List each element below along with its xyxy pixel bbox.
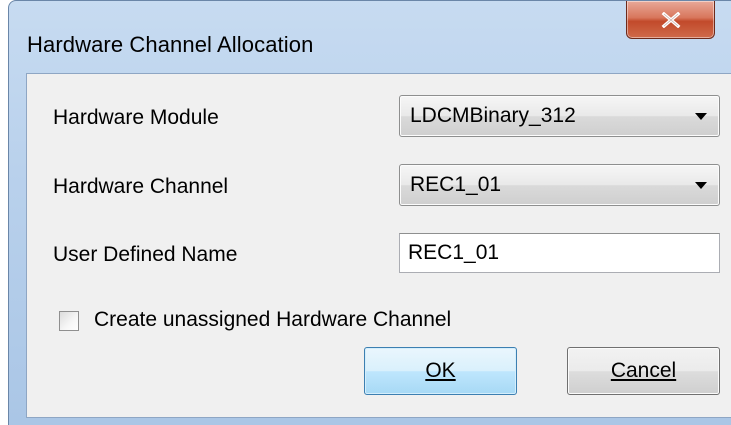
user-defined-name-field[interactable] bbox=[399, 233, 720, 273]
hardware-module-dropdown[interactable]: LDCMBinary_312 bbox=[399, 95, 720, 137]
user-defined-name-input[interactable] bbox=[400, 234, 719, 272]
ok-button[interactable]: OK bbox=[364, 347, 517, 395]
dialog-client-area: Hardware Module LDCMBinary_312 Hardware … bbox=[26, 73, 731, 418]
hardware-module-value: LDCMBinary_312 bbox=[410, 104, 576, 127]
hardware-channel-dropdown[interactable]: REC1_01 bbox=[399, 164, 720, 206]
chevron-down-icon bbox=[695, 113, 707, 120]
close-button[interactable] bbox=[626, 1, 715, 39]
close-x-icon bbox=[661, 11, 680, 28]
hardware-channel-label: Hardware Channel bbox=[53, 175, 229, 198]
window-title: Hardware Channel Allocation bbox=[27, 32, 314, 57]
create-unassigned-label[interactable]: Create unassigned Hardware Channel bbox=[94, 308, 451, 332]
chevron-down-icon bbox=[695, 182, 707, 189]
cancel-button-label: Cancel bbox=[610, 359, 677, 382]
cancel-button[interactable]: Cancel bbox=[567, 347, 720, 395]
ok-button-label: OK bbox=[425, 359, 456, 382]
hardware-channel-value: REC1_01 bbox=[410, 173, 502, 196]
hardware-module-label: Hardware Module bbox=[53, 106, 219, 129]
user-defined-name-label: User Defined Name bbox=[53, 243, 238, 266]
dialog-window: Hardware Channel Allocation Hardware Mod… bbox=[8, 0, 731, 425]
create-unassigned-checkbox[interactable] bbox=[59, 311, 79, 331]
